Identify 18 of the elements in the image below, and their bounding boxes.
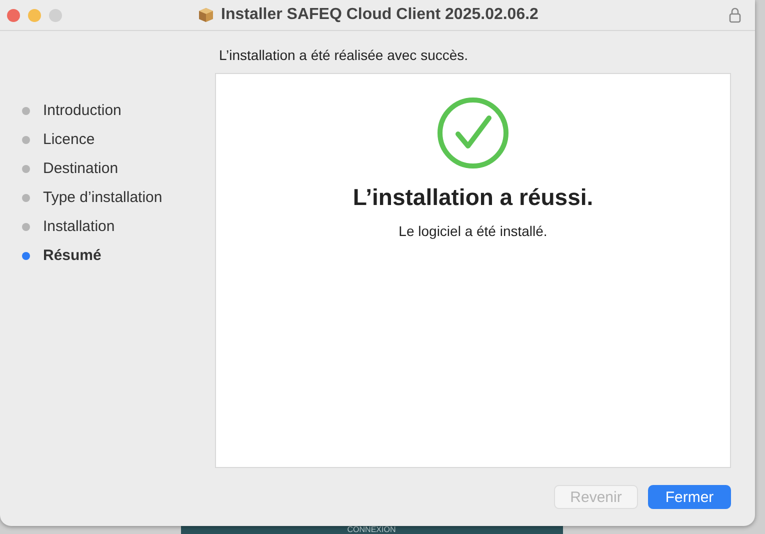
minimize-button[interactable]	[28, 8, 41, 22]
zoom-button[interactable]	[49, 8, 62, 22]
status-heading: L’installation a été réalisée avec succès.	[218, 46, 470, 65]
lock-icon	[729, 7, 741, 23]
step-label: Introduction	[43, 102, 122, 119]
step-label: Résumé	[43, 247, 102, 264]
checkmark-icon	[436, 96, 510, 170]
window-title: Installer SAFEQ Cloud Client 2025.02.06.2	[221, 6, 538, 24]
step-label: Licence	[43, 131, 95, 148]
close-button[interactable]: Fermer	[648, 485, 731, 509]
step-label: Type d’installation	[43, 189, 162, 206]
result-message: Le logiciel a été installé.	[398, 223, 548, 239]
close-button[interactable]	[7, 8, 20, 22]
connect-button[interactable]: CONNEXION	[180, 526, 562, 534]
step-label: Installation	[43, 218, 115, 235]
step-label: Destination	[43, 160, 118, 177]
package-icon	[197, 6, 215, 24]
result-title: L’installation a réussi.	[352, 184, 594, 211]
